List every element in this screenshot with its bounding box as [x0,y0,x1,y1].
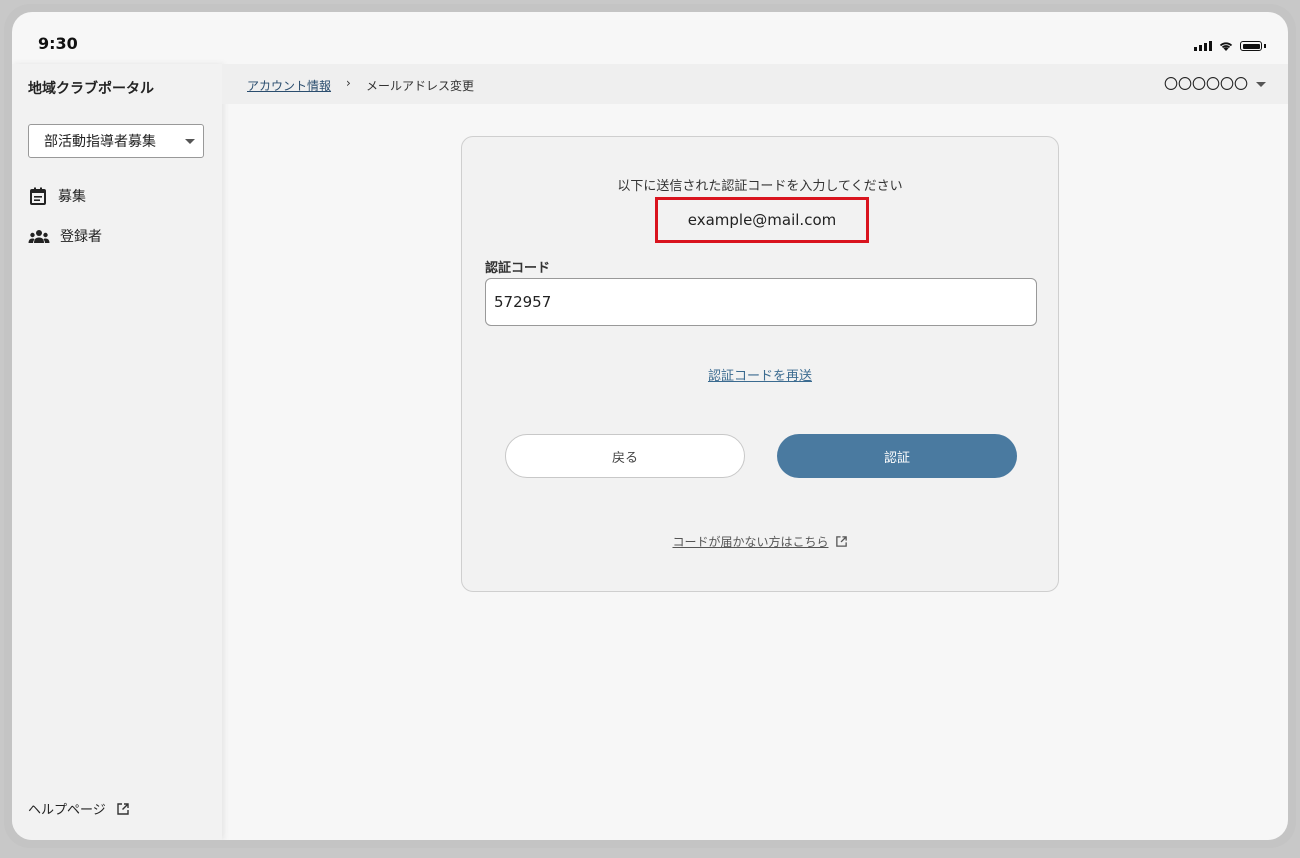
help-label: ヘルプページ [28,803,106,818]
header: アカウント情報 › メールアドレス変更 〇〇〇〇〇〇 [222,64,1288,104]
code-label: 認証コード [485,261,551,276]
signal-icon [1194,41,1212,51]
no-code-row: コードが届かない方はこちら [462,533,1058,550]
calendar-icon [30,187,46,205]
external-link-icon [117,802,129,815]
code-input[interactable] [485,278,1037,326]
program-select-value: 部活動指導者募集 [44,134,156,150]
help-link[interactable]: ヘルプページ [28,799,130,818]
status-time: 9:30 [38,34,78,53]
chevron-down-icon [185,139,195,144]
sidebar: 地域クラブポータル 部活動指導者募集 募集 登録者 ヘルプページ [12,64,222,840]
sidebar-item-label: 登録者 [60,229,102,245]
external-link-icon[interactable] [835,535,848,548]
breadcrumb-current: メールアドレス変更 [366,79,475,93]
screen: 9:30 地域クラブポータル 部活動指導者募集 募集 登録者 ヘルプページ アカ… [12,12,1288,840]
sidebar-item-recruitment[interactable]: 募集 [28,186,86,206]
resend-code-link[interactable]: 認証コードを再送 [708,369,812,384]
device-frame: 9:30 地域クラブポータル 部活動指導者募集 募集 登録者 ヘルプページ アカ… [4,4,1296,848]
program-select[interactable]: 部活動指導者募集 [28,124,204,158]
sidebar-item-label: 募集 [58,189,86,205]
no-code-link[interactable]: コードが届かない方はこちら [672,533,828,550]
verify-button[interactable]: 認証 [777,434,1017,478]
people-icon [28,230,50,243]
user-menu[interactable]: 〇〇〇〇〇〇 [1164,74,1266,94]
status-icons [1194,40,1266,52]
battery-tip [1264,44,1266,48]
back-button[interactable]: 戻る [505,434,745,478]
breadcrumb-account-info[interactable]: アカウント情報 [247,77,331,94]
email-address: example@mail.com [687,211,837,229]
chevron-down-icon [1256,81,1266,87]
resend-row: 認証コードを再送 [462,365,1058,384]
sidebar-title: 地域クラブポータル [28,81,154,97]
breadcrumb-separator-icon: › [346,76,351,90]
battery-icon [1240,41,1262,51]
instruction-text: 以下に送信された認証コードを入力してください [617,179,903,194]
user-name: 〇〇〇〇〇〇 [1164,77,1248,93]
verification-card: 以下に送信された認証コードを入力してください example@mail.com … [461,136,1059,592]
wifi-icon [1219,42,1233,51]
email-highlight: example@mail.com [655,197,869,243]
sidebar-item-registrants[interactable]: 登録者 [28,226,102,246]
